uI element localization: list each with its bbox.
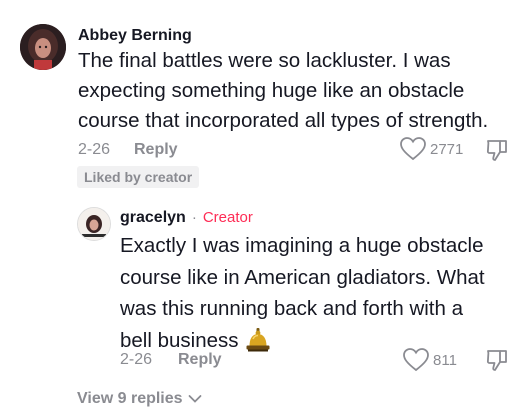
avatar-image [20, 24, 66, 70]
creator-label: Creator [202, 209, 253, 226]
thumbs-down-icon [485, 348, 509, 372]
comment-dislike-button[interactable] [485, 138, 509, 162]
separator-dot: · [191, 209, 197, 226]
comment-date: 2-26 [78, 141, 111, 158]
reply-body: Exactly I was imagining a huge obstacle … [120, 230, 520, 356]
heart-icon [403, 348, 429, 372]
comment-line: course that incorporated all types of st… [78, 109, 489, 132]
thumbs-down-icon [485, 138, 509, 162]
reply-line: Exactly I was imagining a huge obstacle [120, 234, 484, 257]
reply-avatar[interactable] [77, 207, 111, 241]
commenter-username[interactable]: Abbey Berning [78, 27, 192, 45]
avatar-image [78, 208, 110, 240]
view-replies-label: View 9 replies [77, 390, 183, 407]
reply-reply-button[interactable]: Reply [178, 351, 222, 369]
comment-like-button[interactable]: 2771 [400, 137, 463, 161]
comment-line: expecting something huge like an obstacl… [78, 79, 465, 102]
reply-line: course like in American gladiators. What [120, 265, 485, 289]
reply-username[interactable]: gracelyn [120, 209, 186, 227]
view-replies-button[interactable]: View 9 replies [77, 390, 202, 408]
comment-reply-button[interactable]: Reply [134, 141, 178, 159]
reply-line: was this running back and forth with a [120, 297, 463, 320]
comment-line: The final battles were so lackluster. I … [78, 49, 451, 72]
comment-body: The final battles were so lackluster. I … [78, 46, 518, 136]
reply-like-button[interactable]: 811 [403, 348, 457, 372]
reply-like-count: 811 [433, 351, 457, 369]
liked-by-creator-badge: Liked by creator [77, 166, 200, 188]
reply-date: 2-26 [120, 351, 153, 368]
bell-icon [245, 327, 271, 353]
reply-dislike-button[interactable] [485, 348, 509, 372]
commenter-avatar[interactable] [20, 24, 66, 70]
reply-header: gracelyn · Creator [120, 209, 253, 227]
heart-icon [400, 137, 426, 161]
comment-like-count: 2771 [430, 140, 464, 158]
chevron-down-icon [188, 394, 202, 404]
